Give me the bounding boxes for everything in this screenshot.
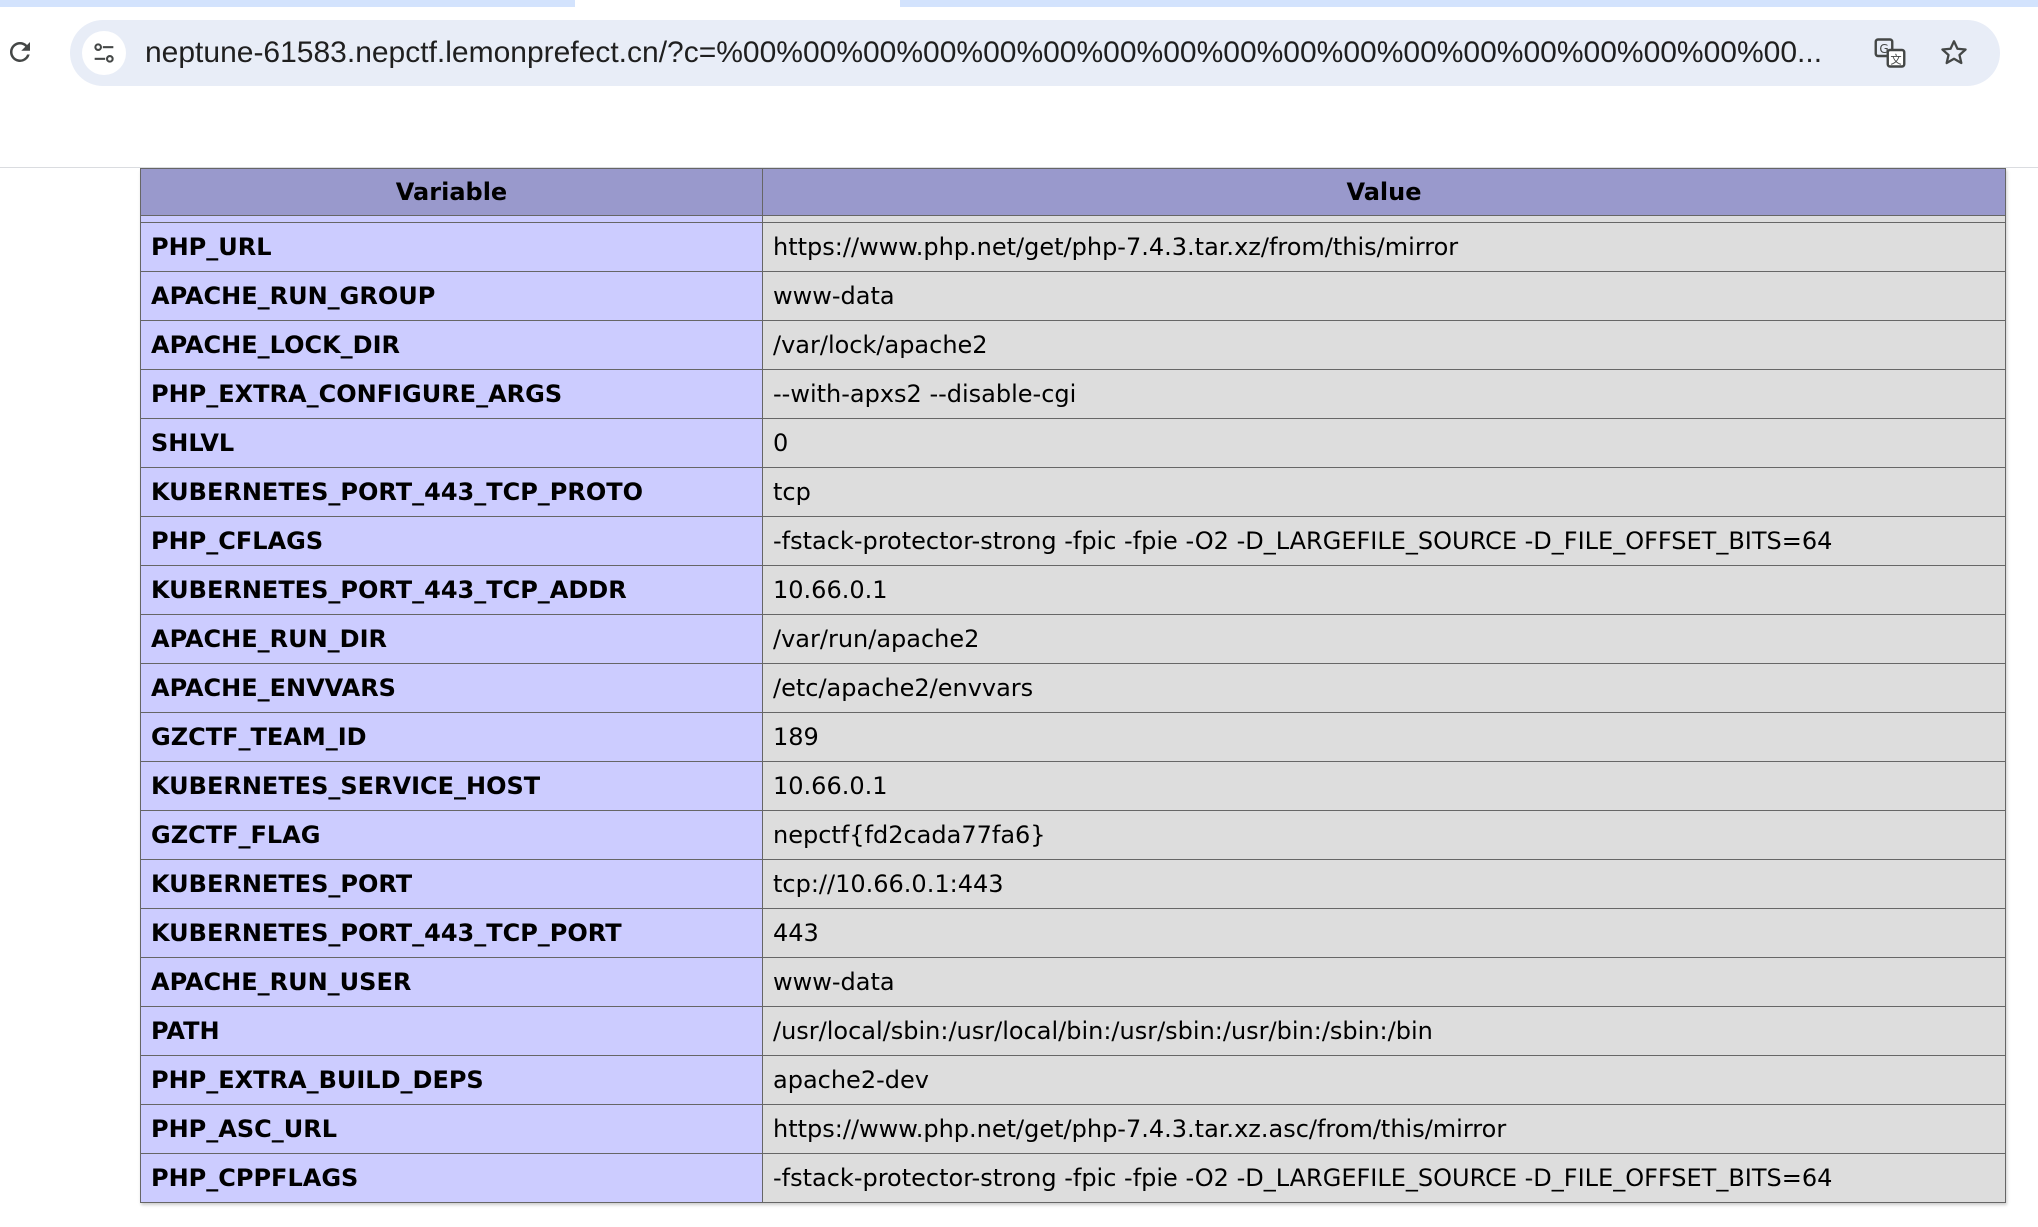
reload-icon <box>9 41 31 62</box>
table-cell-value: 443 <box>762 908 2006 958</box>
table-row: PHP_EXTRA_CONFIGURE_ARGS --with-apxs2 --… <box>140 369 2006 419</box>
table-row: KUBERNETES_PORT tcp://10.66.0.1:443 <box>140 859 2006 909</box>
table-cell-key: APACHE_RUN_DIR <box>140 614 763 664</box>
bookmark-star-icon <box>1941 40 1967 65</box>
table-row: APACHE_ENVVARS /etc/apache2/envvars <box>140 663 2006 713</box>
table-cell-key: PATH <box>140 1006 763 1056</box>
table-cell-value: tcp <box>762 467 2006 517</box>
reload-button[interactable] <box>2 34 38 70</box>
table-cell-value: --with-apxs2 --disable-cgi <box>762 369 2006 419</box>
table-cell-key: KUBERNETES_PORT <box>140 859 763 909</box>
table-row: PHP_CPPFLAGS -fstack-protector-strong -f… <box>140 1153 2006 1203</box>
table-cell-key: PHP_CFLAGS <box>140 516 763 566</box>
column-header-variable: Variable <box>140 168 763 216</box>
table-row: KUBERNETES_PORT_443_TCP_PORT 443 <box>140 908 2006 958</box>
table-cell-value: -fstack-protector-strong -fpic -fpie -O2… <box>762 1153 2006 1203</box>
table-row: PHP_ASC_URL https://www.php.net/get/php-… <box>140 1104 2006 1154</box>
table-cell-key: APACHE_RUN_GROUP <box>140 271 763 321</box>
table-cell-key: APACHE_LOCK_DIR <box>140 320 763 370</box>
table-cell-value: 189 <box>762 712 2006 762</box>
table-cell-value: tcp://10.66.0.1:443 <box>762 859 2006 909</box>
table-row: APACHE_RUN_GROUP www-data <box>140 271 2006 321</box>
table-cell-key: SHLVL <box>140 418 763 468</box>
table-row: PHP_EXTRA_BUILD_DEPS apache2-dev <box>140 1055 2006 1105</box>
tab-background-left[interactable] <box>0 0 575 7</box>
environment-table: Variable Value PHP_URL https://www.php.n… <box>140 168 2006 1203</box>
table-row: APACHE_RUN_DIR /var/run/apache2 <box>140 614 2006 664</box>
table-cell-key: PHP_CPPFLAGS <box>140 1153 763 1203</box>
site-settings-button[interactable] <box>82 31 126 75</box>
translate-icon: G 文 <box>1874 38 1906 68</box>
table-cell-value: 10.66.0.1 <box>762 761 2006 811</box>
table-cell-key: KUBERNETES_SERVICE_HOST <box>140 761 763 811</box>
table-cell-key: PHP_URL <box>140 222 763 272</box>
table-cell-value: /etc/apache2/envvars <box>762 663 2006 713</box>
table-cell-value: https://www.php.net/get/php-7.4.3.tar.xz… <box>762 1104 2006 1154</box>
table-cell-key: PHP_ASC_URL <box>140 1104 763 1154</box>
table-cell-value: 10.66.0.1 <box>762 565 2006 615</box>
table-cell-key: KUBERNETES_PORT_443_TCP_PORT <box>140 908 763 958</box>
bookmark-button[interactable] <box>1934 33 1974 73</box>
table-row: APACHE_LOCK_DIR /var/lock/apache2 <box>140 320 2006 370</box>
table-cell-key: KUBERNETES_PORT_443_TCP_PROTO <box>140 467 763 517</box>
table-cell-value: https://www.php.net/get/php-7.4.3.tar.xz… <box>762 222 2006 272</box>
table-cell-value: 0 <box>762 418 2006 468</box>
table-cell-key: APACHE_RUN_USER <box>140 957 763 1007</box>
table-cell-value: /var/lock/apache2 <box>762 320 2006 370</box>
table-row: PHP_URL https://www.php.net/get/php-7.4.… <box>140 222 2006 272</box>
url-text[interactable]: neptune-61583.nepctf.lemonprefect.cn/?c=… <box>145 33 1925 73</box>
table-row: GZCTF_FLAG nepctf{fd2cada77fa6} <box>140 810 2006 860</box>
table-cell-key: APACHE_ENVVARS <box>140 663 763 713</box>
site-settings-icon <box>94 43 114 63</box>
table-cell-key: GZCTF_FLAG <box>140 810 763 860</box>
table-row: KUBERNETES_PORT_443_TCP_PROTO tcp <box>140 467 2006 517</box>
column-header-value: Value <box>762 168 2006 216</box>
tab-strip <box>0 0 2038 8</box>
table-header-row: Variable Value <box>140 168 2006 216</box>
table-cell-value: /usr/local/sbin:/usr/local/bin:/usr/sbin… <box>762 1006 2006 1056</box>
table-row: APACHE_RUN_USER www-data <box>140 957 2006 1007</box>
table-cell-value: /var/run/apache2 <box>762 614 2006 664</box>
table-row: KUBERNETES_PORT_443_TCP_ADDR 10.66.0.1 <box>140 565 2006 615</box>
table-cell-key: PHP_EXTRA_BUILD_DEPS <box>140 1055 763 1105</box>
table-row: PATH /usr/local/sbin:/usr/local/bin:/usr… <box>140 1006 2006 1056</box>
table-cell-key: KUBERNETES_PORT_443_TCP_ADDR <box>140 565 763 615</box>
table-cell-value: www-data <box>762 271 2006 321</box>
table-cell-value: nepctf{fd2cada77fa6} <box>762 810 2006 860</box>
table-cell-key: GZCTF_TEAM_ID <box>140 712 763 762</box>
page-content: Variable Value PHP_URL https://www.php.n… <box>0 168 2038 1227</box>
address-bar[interactable]: neptune-61583.nepctf.lemonprefect.cn/?c=… <box>70 20 2000 86</box>
table-cell-value: www-data <box>762 957 2006 1007</box>
table-cell-value: apache2-dev <box>762 1055 2006 1105</box>
table-row: PHP_CFLAGS -fstack-protector-strong -fpi… <box>140 516 2006 566</box>
table-cell-value: -fstack-protector-strong -fpic -fpie -O2… <box>762 516 2006 566</box>
browser-toolbar: neptune-61583.nepctf.lemonprefect.cn/?c=… <box>0 0 2038 168</box>
translate-button[interactable]: G 文 <box>1870 33 1910 73</box>
table-cell-key <box>140 215 763 223</box>
table-row: GZCTF_TEAM_ID 189 <box>140 712 2006 762</box>
table-row: SHLVL 0 <box>140 418 2006 468</box>
svg-text:文: 文 <box>1890 53 1901 67</box>
table-cell-key: PHP_EXTRA_CONFIGURE_ARGS <box>140 369 763 419</box>
table-row: KUBERNETES_SERVICE_HOST 10.66.0.1 <box>140 761 2006 811</box>
tab-background-right[interactable] <box>900 0 2038 7</box>
table-cell-value <box>762 215 2006 223</box>
table-row-cutoff <box>140 215 2006 223</box>
